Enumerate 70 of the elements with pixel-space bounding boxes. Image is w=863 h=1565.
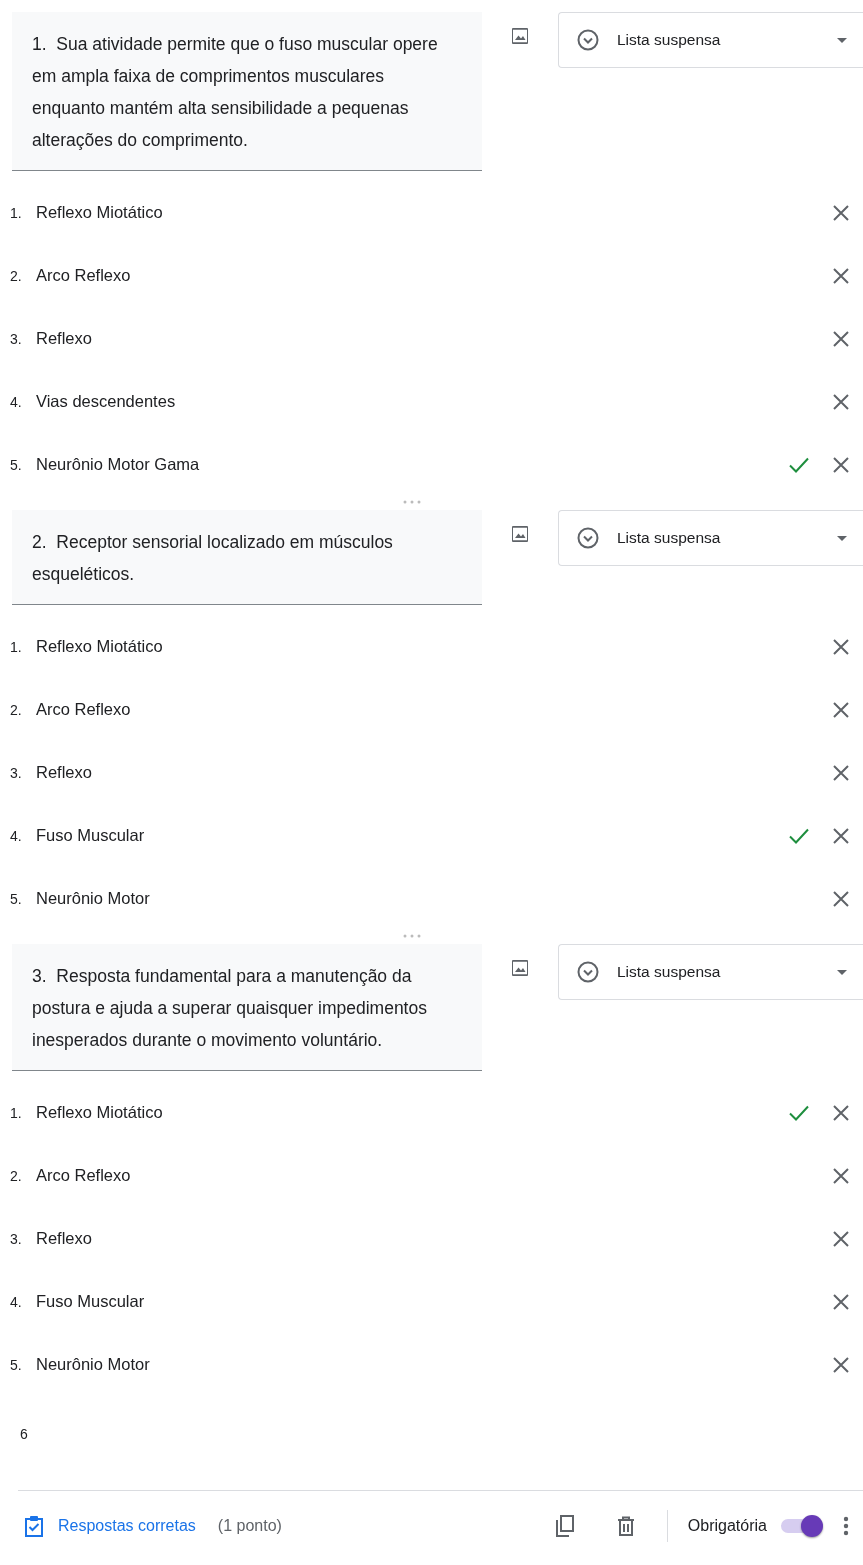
copy-icon[interactable] <box>554 1514 575 1537</box>
option-field[interactable]: Reflexo <box>36 1229 833 1248</box>
caret-icon <box>837 969 847 975</box>
dropdown-circle-icon <box>577 527 599 549</box>
drag-handle-icon[interactable] <box>402 934 421 938</box>
close-icon[interactable] <box>833 764 849 781</box>
option-number: 4. <box>10 827 23 844</box>
option-number: 2. <box>10 267 23 284</box>
option-number: 3. <box>10 1230 23 1247</box>
close-icon[interactable] <box>833 890 849 907</box>
close-icon[interactable] <box>833 204 849 221</box>
question-field[interactable]: 3. Resposta fundamental para a manutenção da postura e ajuda a superar quaisquer impedimentos inesperados durante o movimento voluntário. <box>12 944 482 1071</box>
option-field[interactable]: Arco Reflexo <box>36 700 833 719</box>
option-field[interactable]: Reflexo <box>36 329 833 348</box>
caret-icon <box>837 37 847 43</box>
option-number: 5. <box>10 890 23 907</box>
option-number: 3. <box>10 764 23 781</box>
drag-handle-icon[interactable] <box>402 500 421 504</box>
close-icon[interactable] <box>833 330 849 347</box>
close-icon[interactable] <box>833 456 849 473</box>
option-number: 1. <box>10 204 23 221</box>
dropdown-circle-icon <box>577 961 599 983</box>
option-number: 2. <box>10 701 23 718</box>
option-number: 1. <box>10 1104 23 1121</box>
option-field[interactable]: Neurônio Motor Gama <box>36 455 789 474</box>
option-field[interactable]: Vias descendentes <box>36 392 833 411</box>
close-icon[interactable] <box>833 1356 849 1373</box>
option-number: 1. <box>10 638 23 655</box>
close-icon[interactable] <box>833 827 849 844</box>
checklist-icon[interactable] <box>24 1514 44 1537</box>
option-field[interactable]: Fuso Muscular <box>36 1292 833 1311</box>
option-field[interactable]: Reflexo Miotático <box>36 1103 789 1122</box>
option-number: 6 <box>20 1426 28 1442</box>
close-icon[interactable] <box>833 1293 849 1310</box>
option-number: 3. <box>10 330 23 347</box>
option-field[interactable]: Arco Reflexo <box>36 266 833 285</box>
option-number: 5. <box>10 456 23 473</box>
close-icon[interactable] <box>833 1230 849 1247</box>
close-icon[interactable] <box>833 638 849 655</box>
close-icon[interactable] <box>833 1167 849 1184</box>
required-label: Obrigatória <box>687 1516 767 1535</box>
close-icon[interactable] <box>833 267 849 284</box>
close-icon[interactable] <box>833 701 849 718</box>
option-field[interactable]: Reflexo Miotático <box>36 203 833 222</box>
option-field[interactable]: Neurônio Motor <box>36 889 833 908</box>
more-icon[interactable] <box>843 1515 849 1536</box>
question-type-dropdown[interactable]: Lista suspensa <box>558 510 863 566</box>
image-icon[interactable] <box>510 524 530 544</box>
points-label: (1 ponto) <box>217 1516 282 1535</box>
option-field[interactable]: Reflexo Miotático <box>36 637 833 656</box>
image-icon[interactable] <box>510 26 530 46</box>
option-number: 4. <box>10 393 23 410</box>
close-icon[interactable] <box>833 393 849 410</box>
question-type-dropdown[interactable]: Lista suspensa <box>558 12 863 68</box>
dropdown-circle-icon <box>577 29 599 51</box>
option-number: 4. <box>10 1293 23 1310</box>
option-field[interactable]: Arco Reflexo <box>36 1166 833 1185</box>
option-field[interactable]: Reflexo <box>36 763 833 782</box>
option-field[interactable]: Neurônio Motor <box>36 1355 833 1374</box>
answers-link[interactable]: Respostas corretas <box>58 1516 196 1535</box>
option-field[interactable]: Fuso Muscular <box>36 826 789 845</box>
image-icon[interactable] <box>510 958 530 978</box>
trash-icon[interactable] <box>616 1515 635 1536</box>
option-number: 5. <box>10 1356 23 1373</box>
option-number: 2. <box>10 1167 23 1184</box>
caret-icon <box>837 535 847 541</box>
question-type-dropdown[interactable]: Lista suspensa <box>558 944 863 1000</box>
question-field[interactable]: 2. Receptor sensorial localizado em músculos esqueléticos. <box>12 510 482 605</box>
question-field[interactable]: 1. Sua atividade permite que o fuso muscular opere em ampla faixa de comprimentos musculares enquanto mantém alta sensibilidade a pequenas alterações do comprimento. <box>12 12 482 171</box>
close-icon[interactable] <box>833 1104 849 1121</box>
